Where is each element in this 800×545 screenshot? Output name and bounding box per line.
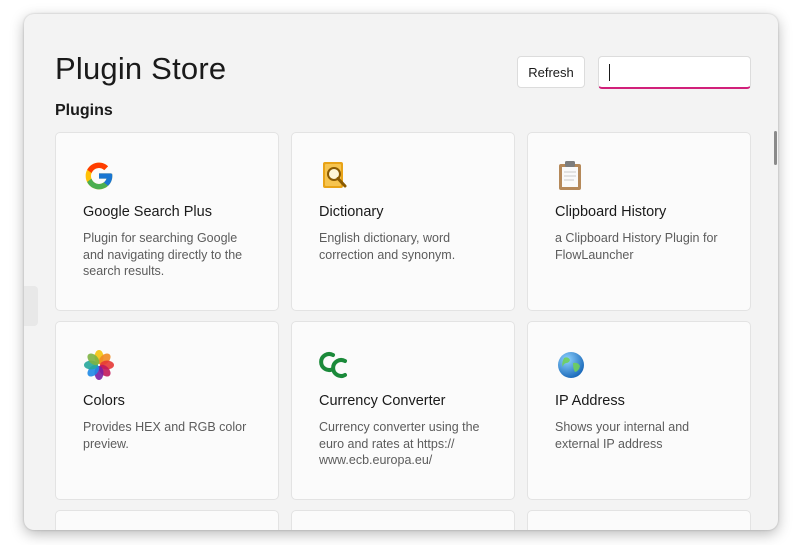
plugin-description: Shows your internal and external IP addr…	[555, 420, 690, 451]
search-input[interactable]	[598, 56, 751, 89]
plugin-description: Currency converter using the euro and ra…	[319, 420, 480, 467]
plugin-store-window: Plugin Store Refresh Plugins Google Sear…	[24, 14, 778, 530]
plugin-name: IP Address	[555, 393, 625, 409]
plugin-name: Dictionary	[319, 204, 384, 220]
text-caret	[609, 64, 610, 81]
plugin-name: Currency Converter	[319, 393, 446, 409]
clipboard-icon	[555, 160, 587, 192]
section-title: Plugins	[55, 102, 113, 119]
plugin-card-partial[interactable]	[55, 510, 279, 530]
plugin-description: Provides HEX and RGB color preview.	[83, 420, 247, 451]
plugin-card-dictionary[interactable]: Dictionary English dictionary, word corr…	[291, 132, 515, 311]
plugin-name: Colors	[83, 393, 125, 409]
vertical-scrollbar[interactable]	[774, 131, 777, 165]
dictionary-icon	[319, 160, 351, 192]
plugin-description: a Clipboard History Plugin for FlowLaunc…	[555, 231, 718, 262]
color-flower-icon	[83, 349, 115, 381]
page-title: Plugin Store	[55, 51, 227, 86]
plugin-card-ip-address[interactable]: IP Address Shows your internal and exter…	[527, 321, 751, 500]
plugin-card-clipboard-history[interactable]: Clipboard History a Clipboard History Pl…	[527, 132, 751, 311]
plugin-card-partial[interactable]	[527, 510, 751, 530]
plugin-name: Google Search Plus	[83, 204, 212, 220]
plugin-card-currency-converter[interactable]: Currency Converter Currency converter us…	[291, 321, 515, 500]
plugin-card-partial[interactable]	[291, 510, 515, 530]
plugin-card-google-search-plus[interactable]: Google Search Plus Plugin for searching …	[55, 132, 279, 311]
currency-cc-icon	[319, 349, 351, 381]
plugin-name: Clipboard History	[555, 204, 667, 220]
google-logo-icon	[83, 160, 115, 192]
globe-icon	[555, 349, 587, 381]
plugin-card-colors[interactable]: Colors Provides HEX and RGB color previe…	[55, 321, 279, 500]
plugin-description: English dictionary, word correction and …	[319, 231, 456, 262]
refresh-button[interactable]: Refresh	[517, 56, 585, 88]
side-nav-handle[interactable]	[24, 286, 38, 326]
plugin-description: Plugin for searching Google and navigati…	[83, 231, 243, 278]
